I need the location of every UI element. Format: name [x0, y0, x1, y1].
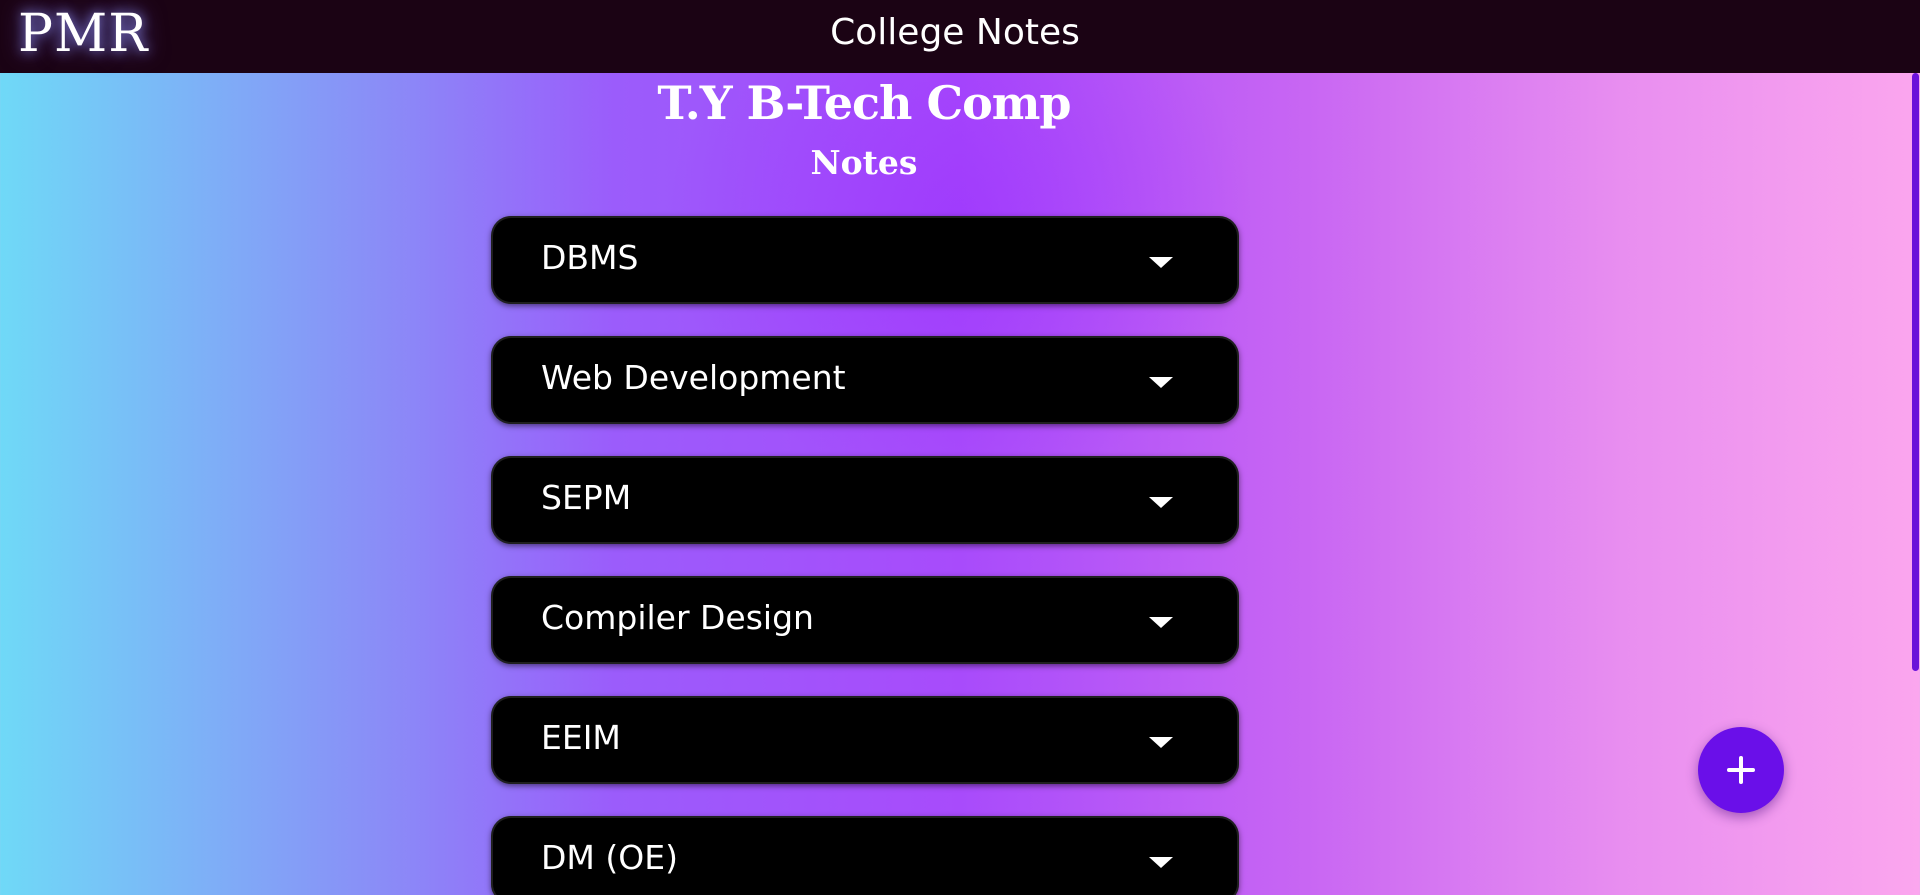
add-note-button[interactable] — [1698, 727, 1784, 813]
accordion-item-label: Compiler Design — [541, 598, 814, 637]
site-title: College Notes — [830, 12, 1080, 53]
accordion-item-label: DBMS — [541, 238, 639, 277]
accordion-item-sepm[interactable]: SEPM — [491, 456, 1239, 544]
page-heading: T.Y B-Tech Comp — [657, 76, 1071, 130]
caret-down-icon[interactable] — [1149, 497, 1173, 508]
accordion-item-label: SEPM — [541, 478, 632, 517]
caret-down-icon[interactable] — [1149, 737, 1173, 748]
accordion-item-label: DM (OE) — [541, 838, 678, 877]
accordion-item-dbms[interactable]: DBMS — [491, 216, 1239, 304]
caret-down-icon[interactable] — [1149, 857, 1173, 868]
scrollbar[interactable] — [1911, 73, 1920, 895]
caret-down-icon[interactable] — [1149, 257, 1173, 268]
accordion-item-dm-oe[interactable]: DM (OE) — [491, 816, 1239, 895]
accordion-item-web-development[interactable]: Web Development — [491, 336, 1239, 424]
accordion-item-eeim[interactable]: EEIM — [491, 696, 1239, 784]
accordion-item-label: EEIM — [541, 718, 621, 757]
accordion-item-label: Web Development — [541, 358, 846, 397]
caret-down-icon[interactable] — [1149, 617, 1173, 628]
scrollbar-thumb[interactable] — [1912, 73, 1919, 671]
top-navbar: PMR College Notes — [0, 0, 1920, 73]
subjects-accordion: DBMS Web Development SEPM Compiler Desig… — [491, 216, 1239, 895]
page-subheading: Notes — [810, 143, 918, 182]
caret-down-icon[interactable] — [1149, 377, 1173, 388]
accordion-item-compiler-design[interactable]: Compiler Design — [491, 576, 1239, 664]
